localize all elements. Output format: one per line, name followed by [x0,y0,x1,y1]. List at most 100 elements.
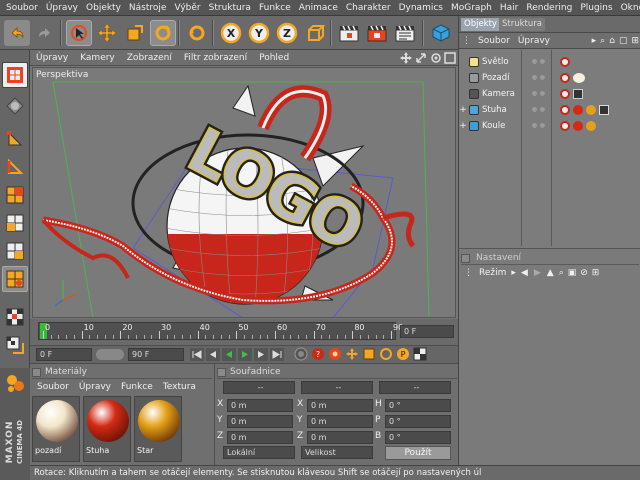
forward-arrow-icon[interactable]: ▶ [531,268,544,278]
tab-objects[interactable]: Objekty [461,18,500,31]
editor-visibility-dot[interactable] [532,75,537,80]
object-row[interactable]: + Koule [459,118,640,133]
editor-visibility-dot[interactable] [532,59,537,64]
live-selection-button[interactable] [66,20,92,46]
menu-item-4[interactable]: Výběr [170,3,204,13]
object-row[interactable]: Pozadí [459,70,640,85]
render-view-button[interactable] [336,20,362,46]
material-tag-icon[interactable] [573,104,583,115]
object-name[interactable]: Světlo [482,57,526,67]
object-row[interactable]: Kamera [459,86,640,101]
object-row[interactable]: + Stuha [459,102,640,117]
position-field[interactable]: 0 m [227,415,293,428]
undo-button[interactable] [4,20,30,46]
render-visibility-dot[interactable] [540,123,545,128]
workplane-button[interactable] [2,332,28,358]
start-frame-field[interactable]: 0 F [36,348,92,361]
scale-button[interactable] [122,20,148,46]
materials-menu-item-0[interactable]: Soubor [32,382,74,392]
phong-tag-icon[interactable] [560,88,570,99]
menu-item-9[interactable]: Dynamics [395,3,447,13]
use-point-tool-button[interactable] [2,126,28,152]
viewport-perspective[interactable]: Perspektiva LOGO LOGO [32,67,456,318]
texture-tool-button[interactable] [2,210,28,236]
viewport-menu-item-2[interactable]: Zobrazení [121,53,178,63]
lock-icon[interactable]: ▣ [566,268,579,278]
material-card[interactable]: Star [134,396,182,462]
phong-tag-icon[interactable] [560,56,570,67]
menu-item-5[interactable]: Struktura [205,3,255,13]
coordinate-mode-dropdown[interactable]: Lokální [223,446,295,459]
hair-tool-button[interactable] [2,370,28,396]
menu-item-13[interactable]: Plugins [576,3,616,13]
square-icon[interactable]: ▢ [617,36,630,46]
next-key-icon[interactable] [254,348,268,361]
back-arrow-icon[interactable]: ◀ [518,268,531,278]
menu-item-11[interactable]: Hair [496,3,522,13]
use-edge-tool-button[interactable] [2,154,28,180]
menu-item-14[interactable]: Okno [617,3,640,13]
menu-item-12[interactable]: Rendering [522,3,576,13]
use-model-tool-button[interactable] [2,62,28,88]
tab-structure[interactable]: Struktura [499,18,545,31]
rotation-field[interactable]: 0 ° [385,431,451,444]
viewport-menu-item-1[interactable]: Kamery [74,53,121,63]
editor-visibility-dot[interactable] [532,107,537,112]
search-icon[interactable]: ⌕ [598,36,607,46]
home-icon[interactable]: ⌂ [607,36,617,46]
visibility-toggles[interactable] [526,59,554,64]
visibility-toggles[interactable] [526,91,554,96]
param-keys-icon[interactable]: P [396,347,410,361]
material-tag-icon[interactable] [586,120,596,131]
render-visibility-dot[interactable] [540,91,545,96]
record-icon[interactable] [294,347,308,361]
menu-item-3[interactable]: Nástroje [125,3,171,13]
apply-button[interactable]: Použít [385,446,451,460]
link-icon[interactable]: ⊘ [578,268,590,278]
viewport-menu-item-4[interactable]: Pohled [253,53,295,63]
phong-tag-icon[interactable] [560,72,570,83]
go-to-start-icon[interactable] [190,348,204,361]
new-panel-icon[interactable]: ⊞ [590,268,602,278]
object-menu-file[interactable]: Soubor [474,36,514,46]
viewport-menu-item-3[interactable]: Filtr zobrazení [178,53,253,63]
move-button[interactable] [94,20,120,46]
materials-menu-item-3[interactable]: Textura [158,382,201,392]
play-icon[interactable] [238,348,252,361]
visibility-toggles[interactable] [526,75,554,80]
arrow-right-icon[interactable]: ▸ [509,268,518,278]
position-field[interactable]: 0 m [227,431,293,444]
object-name[interactable]: Koule [482,121,526,131]
object-row[interactable]: Světlo [459,54,640,69]
material-tag-icon[interactable] [573,120,583,131]
pla-keys-icon[interactable] [413,347,427,361]
materials-menu-item-1[interactable]: Úpravy [74,382,116,392]
move-keys-icon[interactable] [345,347,359,361]
add-icon[interactable]: ⊞ [629,36,640,46]
size-field[interactable]: 0 m [307,415,373,428]
object-name[interactable]: Kamera [482,89,526,99]
render-visibility-dot[interactable] [540,75,545,80]
materials-menu-item-2[interactable]: Funkce [116,382,158,392]
size-field[interactable]: 0 m [307,431,373,444]
render-visibility-dot[interactable] [540,59,545,64]
visibility-toggles[interactable] [526,123,554,128]
range-slider[interactable] [96,349,124,360]
object-axis-button[interactable] [2,238,28,264]
target-tag-icon[interactable] [573,88,583,99]
size-mode-dropdown[interactable]: Velikost [301,446,373,459]
rotation-field[interactable]: 0 ° [385,399,451,412]
timeline[interactable]: 0 10 20 30 40 50 60 70 80 90 0 F [30,319,458,345]
editor-visibility-dot[interactable] [532,91,537,96]
snapping-button[interactable] [2,304,28,330]
viewport-menu-item-0[interactable]: Úpravy [30,53,74,63]
search-icon[interactable]: ⌕ [557,268,566,278]
position-field[interactable]: 0 m [227,399,293,412]
mode-menu[interactable]: Režim [476,268,509,278]
object-menu-edit[interactable]: Úpravy [514,36,554,46]
visibility-toggles[interactable] [526,107,554,112]
menu-item-8[interactable]: Charakter [342,3,395,13]
recent-tool-button[interactable] [184,20,210,46]
menu-item-2[interactable]: Objekty [82,3,125,13]
orbit-icon[interactable] [430,52,442,64]
